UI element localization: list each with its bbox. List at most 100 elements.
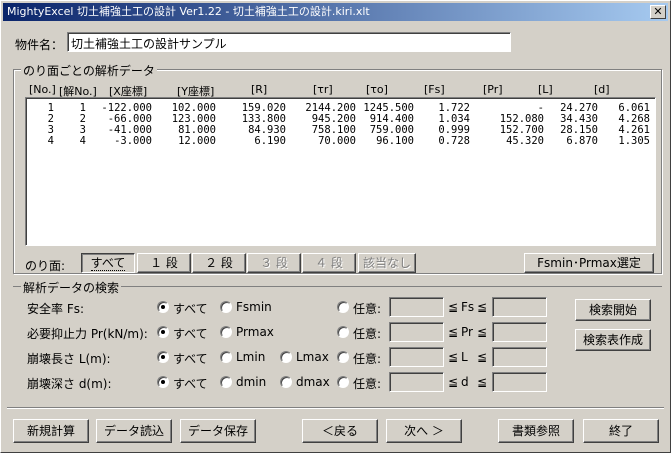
range-min-input[interactable] — [389, 372, 444, 392]
col-header-no: [No.] — [29, 83, 56, 96]
analysis-data-list[interactable]: 1 1 -122.000 102.000 159.020 2144.200 1245.500… — [25, 97, 656, 246]
radio-all-label: すべて — [173, 352, 208, 366]
title-bar: MightyExcel 切土補強土工の設計 Ver1.22 - 切土補強土工の設… — [3, 3, 668, 21]
table-cell: 6.190 — [254, 135, 286, 147]
analysis-group-title: のり面ごとの解析データ — [21, 62, 157, 79]
property-label: 物件名： — [15, 38, 64, 52]
radio-option-1-label: Lmin — [236, 350, 266, 364]
variable-name: Fs — [461, 300, 475, 314]
table-cell: 12.000 — [178, 135, 216, 147]
search-start-button[interactable]: 検索開始 — [575, 299, 651, 321]
tab-all-label: すべて — [90, 256, 126, 271]
search-row-label: 崩壊深さ d(m): — [27, 377, 112, 391]
radio-option-1[interactable] — [220, 326, 232, 338]
radio-option-1[interactable] — [220, 376, 232, 388]
new-calc-button[interactable]: 新規計算 — [13, 419, 89, 443]
search-table-create-button[interactable]: 検索表作成 — [575, 329, 651, 351]
table-cell: 70.000 — [318, 135, 356, 147]
radio-all-label: すべて — [173, 327, 208, 341]
radio-all-label: すべて — [173, 302, 208, 316]
le-symbol: ≦ — [448, 325, 459, 339]
le-symbol: ≦ — [477, 375, 488, 389]
tab-step-2[interactable]: ２ 段 — [192, 253, 246, 273]
back-button[interactable]: ＜戻る — [302, 419, 378, 443]
radio-option-1-label: Prmax — [236, 325, 274, 339]
radio-any[interactable] — [337, 351, 349, 363]
le-symbol: ≦ — [448, 375, 459, 389]
table-cell: 6.870 — [566, 135, 598, 147]
variable-name: d — [461, 375, 469, 389]
table-cell: 1.305 — [618, 135, 650, 147]
next-button[interactable]: 次へ ＞ — [386, 419, 462, 443]
search-row-label: 安全率 Fs: — [27, 302, 85, 316]
save-data-button[interactable]: データ保存 — [180, 419, 256, 443]
le-symbol: ≦ — [477, 300, 488, 314]
col-header-l: [L] — [538, 83, 553, 96]
footer-divider — [7, 407, 664, 409]
table-cell: -3.000 — [114, 135, 152, 147]
radio-any-label: 任意: — [353, 377, 382, 391]
tab-step-3[interactable]: ３ 段 — [247, 253, 301, 273]
variable-name: Pr — [461, 325, 473, 339]
close-icon[interactable]: ✕ — [650, 5, 666, 19]
le-symbol: ≦ — [477, 350, 488, 364]
col-header-tau-r: [τr] — [313, 83, 333, 96]
document-reference-button[interactable]: 書類参照 — [498, 419, 574, 443]
radio-any-label: 任意: — [353, 352, 382, 366]
table-cell: 4 — [47, 135, 54, 147]
le-symbol: ≦ — [477, 325, 488, 339]
tab-step-1[interactable]: １ 段 — [137, 253, 191, 273]
col-header-d: [d] — [594, 83, 610, 96]
le-symbol: ≦ — [448, 300, 459, 314]
radio-option-1-label: Fsmin — [236, 300, 272, 314]
main-window: MightyExcel 切土補強土工の設計 Ver1.22 - 切土補強土工の設… — [0, 0, 671, 453]
radio-any[interactable] — [337, 301, 349, 313]
tab-all[interactable]: すべて — [81, 253, 135, 273]
search-group-title: 解析データの検索 — [21, 279, 122, 296]
table-cell: 96.100 — [376, 135, 414, 147]
radio-option-1[interactable] — [220, 301, 232, 313]
radio-option-2[interactable] — [280, 351, 292, 363]
range-min-input[interactable] — [389, 347, 444, 367]
radio-any-label: 任意: — [353, 302, 382, 316]
radio-any-label: 任意: — [353, 327, 382, 341]
range-max-input[interactable] — [492, 372, 547, 392]
le-symbol: ≦ — [448, 350, 459, 364]
table-cell: 0.728 — [438, 135, 470, 147]
radio-option-2[interactable] — [280, 376, 292, 388]
table-cell: 45.320 — [506, 135, 544, 147]
tab-step-4[interactable]: ４ 段 — [302, 253, 356, 273]
search-row-label: 崩壊長さ L(m): — [27, 352, 111, 366]
radio-all[interactable] — [157, 326, 169, 338]
property-name-input[interactable]: 切土補強土工の設計サンプル — [67, 32, 511, 52]
range-max-input[interactable] — [492, 322, 547, 342]
col-header-pr: [Pr] — [483, 83, 503, 96]
range-max-input[interactable] — [492, 297, 547, 317]
radio-all[interactable] — [157, 351, 169, 363]
exit-button[interactable]: 終了 — [583, 419, 659, 443]
radio-all[interactable] — [157, 376, 169, 388]
col-header-fs: [Fs] — [424, 83, 445, 96]
radio-any[interactable] — [337, 376, 349, 388]
radio-option-2-label: dmax — [296, 375, 330, 389]
tab-none[interactable]: 該当なし — [358, 253, 416, 273]
radio-option-1-label: dmin — [236, 375, 267, 389]
table-cell: 4 — [79, 135, 86, 147]
search-row-label: 必要抑止力 Pr(kN/m): — [27, 327, 148, 341]
radio-all-label: すべて — [173, 377, 208, 391]
range-min-input[interactable] — [389, 297, 444, 317]
fsmin-prmax-select-button[interactable]: Fsmin･Prmax選定 — [524, 253, 654, 273]
col-header-tau-o: [τo] — [366, 83, 388, 96]
load-data-button[interactable]: データ読込 — [96, 419, 172, 443]
range-min-input[interactable] — [389, 322, 444, 342]
window-title: MightyExcel 切土補強土工の設計 Ver1.22 - 切土補強土工の設… — [7, 5, 370, 18]
range-max-input[interactable] — [492, 347, 547, 367]
variable-name: L — [461, 350, 468, 364]
radio-option-1[interactable] — [220, 351, 232, 363]
table-row[interactable]: 4 4 -3.000 12.000 6.190 70.000 96.100 0.728 45.3… — [26, 136, 655, 147]
col-header-r: [R] — [251, 83, 268, 96]
radio-option-2-label: Lmax — [296, 350, 329, 364]
slope-label: のり面: — [25, 259, 66, 273]
radio-any[interactable] — [337, 326, 349, 338]
radio-all[interactable] — [157, 301, 169, 313]
